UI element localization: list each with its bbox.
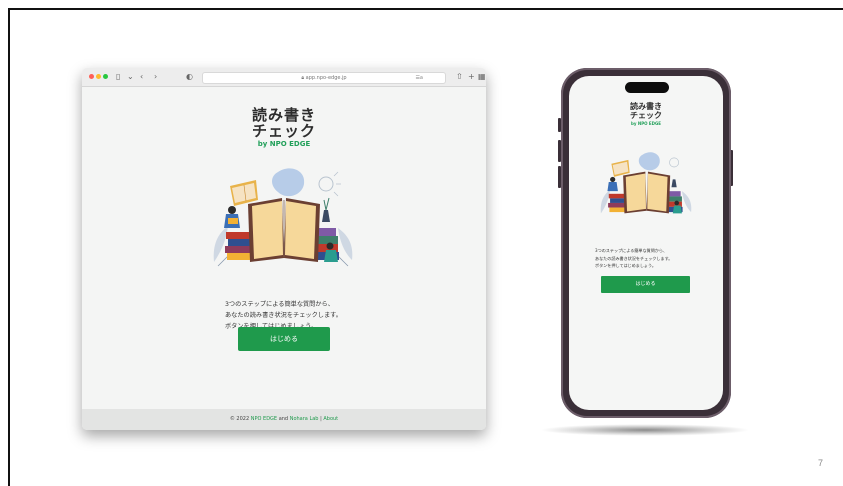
chevron-down-icon[interactable]: ⌄ xyxy=(127,71,134,83)
reading-illustration xyxy=(213,168,353,267)
phone-app-title-line1: 読み書き xyxy=(630,102,662,111)
footer-copyright: © 2022 xyxy=(229,416,250,422)
start-button[interactable]: はじめる xyxy=(238,327,330,351)
phone-description-line3: ボタンを押してはじめましょう。 xyxy=(595,263,656,268)
description-line1: 3つのステップによる簡単な質問から、 xyxy=(225,301,334,308)
phone-description-line1: 3つのステップによる簡単な質問から、 xyxy=(595,248,668,253)
footer-org-link[interactable]: NPO EDGE xyxy=(251,416,277,422)
slide-page-number: 7 xyxy=(817,458,823,468)
phone-app-title-line2: チェック xyxy=(630,111,662,120)
app-title: 読み書き チェック xyxy=(82,107,486,139)
phone-by-line: by NPO EDGE xyxy=(630,121,661,126)
maximize-window-button[interactable] xyxy=(103,74,108,79)
footer-and: and xyxy=(278,416,289,422)
tab-overview-icon[interactable]: ▦ xyxy=(478,71,486,83)
browser-toolbar: ▯ ⌄ ‹ › ◐ 🔒︎ app.npo-edge.jp ☰a ⇧ + ▦ xyxy=(82,68,486,87)
footer-separator: | xyxy=(320,416,322,422)
privacy-shield-icon[interactable]: ◐ xyxy=(186,71,193,83)
address-bar[interactable]: 🔒︎ app.npo-edge.jp ☰a xyxy=(202,72,446,84)
reader-mode-icon[interactable]: ☰a xyxy=(415,73,423,83)
app-title-line1: 読み書き xyxy=(251,106,316,124)
minimize-window-button[interactable] xyxy=(96,74,101,79)
phone-app-title: 読み書き チェック xyxy=(569,102,723,120)
phone-frame: 読み書き チェック by NPO EDGE 3つのステップによる簡単な質問から、… xyxy=(561,68,731,418)
phone-screen: 読み書き チェック by NPO EDGE 3つのステップによる簡単な質問から、… xyxy=(569,76,723,410)
dynamic-island xyxy=(625,82,669,93)
share-icon[interactable]: ⇧ xyxy=(456,71,463,83)
phone-start-button[interactable]: はじめる xyxy=(601,276,690,293)
phone-description-line2: あなたの読み書き状況をチェックします。 xyxy=(595,255,673,261)
phone-shadow xyxy=(540,424,750,436)
app-title-line2: チェック xyxy=(251,122,316,140)
browser-window: ▯ ⌄ ‹ › ◐ 🔒︎ app.npo-edge.jp ☰a ⇧ + ▦ 読み… xyxy=(82,68,486,430)
browser-content: 読み書き チェック by NPO EDGE 3つのステップによる簡単な質問から、… xyxy=(82,87,486,409)
footer: © 2022 NPO EDGE and Nohara Lab | About xyxy=(82,409,486,430)
forward-icon[interactable]: › xyxy=(154,71,157,83)
phone-description: 3つのステップによる簡単な質問から、 あなたの読み書き状況をチェックします。 ボ… xyxy=(595,247,672,270)
by-line: by NPO EDGE xyxy=(257,140,311,148)
footer-about-link[interactable]: About xyxy=(323,416,338,422)
phone-reading-illustration xyxy=(600,152,692,214)
footer-lab-link[interactable]: Nohara Lab xyxy=(290,416,319,422)
description-line2: あなたの読み書き状況をチェックします。 xyxy=(225,312,342,319)
new-tab-icon[interactable]: + xyxy=(468,71,475,83)
address-bar-url: app.npo-edge.jp xyxy=(305,75,347,81)
lock-icon: 🔒︎ xyxy=(301,75,305,81)
back-icon[interactable]: ‹ xyxy=(140,71,143,83)
close-window-button[interactable] xyxy=(89,74,94,79)
sidebar-icon[interactable]: ▯ xyxy=(116,71,120,83)
